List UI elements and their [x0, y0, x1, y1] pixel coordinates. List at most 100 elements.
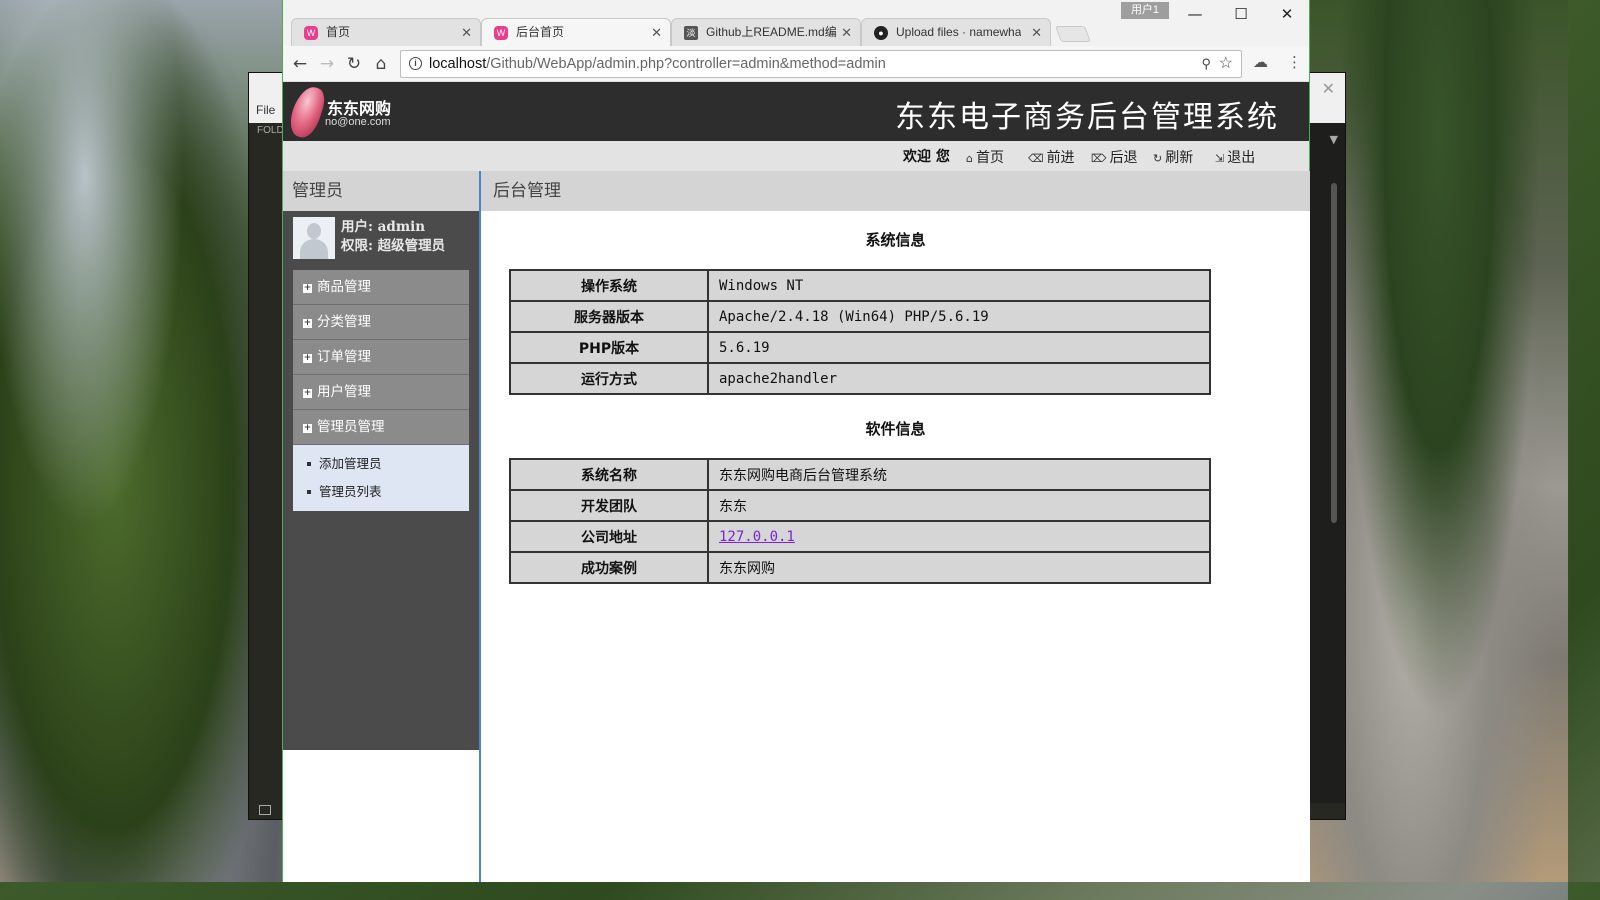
desktop-wallpaper-right [1310, 0, 1568, 882]
back-arrow-icon[interactable]: ← [289, 53, 311, 75]
logout-link[interactable]: ⇲ 退出 [1215, 147, 1255, 167]
table-key: 运行方式 [509, 362, 709, 395]
admin-submenu: 添加管理员 管理员列表 [293, 445, 469, 511]
editor-scrollbar[interactable] [1331, 183, 1337, 523]
table-row: 成功案例 东东网购 [509, 551, 1211, 584]
close-icon[interactable]: ✕ [1031, 19, 1042, 46]
back-icon: ⌦ [1091, 152, 1107, 165]
table-key: PHP版本 [509, 331, 709, 364]
tab-label: Github上README.md编 [706, 25, 837, 39]
close-window-icon[interactable]: ✕ [1267, 4, 1307, 24]
refresh-link[interactable]: ↻ 刷新 [1153, 147, 1193, 167]
table-value: 东东网购 [707, 551, 1211, 584]
tab-label: 首页 [326, 25, 351, 39]
sidebar-item-label: 订单管理 [317, 349, 371, 365]
info-icon[interactable]: i [409, 57, 422, 70]
sidebar: 管理员 用户: admin 权限: 超级管理员 + 商品管理 + 分类管理 + 订单管… [283, 171, 479, 750]
browser-toolbar: ← → ↻ ⌂ i localhost/Github/WebApp/admin.… [283, 46, 1309, 82]
w-icon: W [494, 26, 508, 40]
back-link-label: 后退 [1109, 150, 1138, 166]
table-row: 公司地址 127.0.0.1 [509, 520, 1211, 553]
chevron-down-icon[interactable]: ▼ [1330, 133, 1338, 146]
table-value: Windows NT [707, 269, 1211, 302]
system-info-table: 操作系统 Windows NT 服务器版本 Apache/2.4.18 (Win64… [509, 269, 1211, 395]
user-info-box: 用户: admin 权限: 超级管理员 [283, 211, 479, 270]
table-value: apache2handler [707, 362, 1211, 395]
table-key: 系统名称 [509, 458, 709, 491]
desktop-wallpaper-left [0, 0, 283, 882]
home-link[interactable]: ⌂ 首页 [966, 147, 1004, 167]
table-row: 运行方式 apache2handler [509, 362, 1211, 395]
page-title: 后台管理 [481, 171, 1310, 211]
close-icon[interactable]: ✕ [651, 19, 662, 46]
sidebar-item-products[interactable]: + 商品管理 [293, 270, 469, 305]
editor-minimap: ▼ [1309, 123, 1345, 803]
forward-link-label: 前进 [1046, 150, 1075, 166]
panel-toggle-icon[interactable] [259, 805, 271, 815]
profile-badge[interactable]: 用户1 [1121, 2, 1169, 19]
logout-icon: ⇲ [1215, 152, 1225, 165]
address-bar[interactable]: i localhost/Github/WebApp/admin.php?cont… [400, 50, 1242, 78]
maximize-icon[interactable]: ☐ [1221, 4, 1261, 24]
user-details: 用户: admin 权限: 超级管理员 [341, 218, 445, 256]
minimize-icon[interactable]: — [1175, 4, 1215, 24]
expand-icon: + [303, 318, 312, 328]
table-value: 东东 [707, 489, 1211, 522]
welcome-text: 欢迎 您 [903, 149, 950, 165]
table-row: 系统名称 东东网购电商后台管理系统 [509, 458, 1211, 491]
main-content: 后台管理 系统信息 操作系统 Windows NT 服务器版本 Apache/2.4… [479, 171, 1310, 882]
table-value: 5.6.19 [707, 331, 1211, 364]
table-value-cell: 127.0.0.1 [707, 520, 1211, 553]
close-icon[interactable]: ✕ [461, 19, 472, 46]
menu-dots-icon[interactable]: ⋮ [1287, 53, 1302, 71]
subitem-add-admin[interactable]: 添加管理员 [293, 450, 469, 478]
new-tab-button[interactable] [1055, 26, 1091, 42]
sidebar-item-label: 管理员管理 [317, 419, 385, 435]
sidebar-item-admins[interactable]: + 管理员管理 [293, 410, 469, 445]
tab-home[interactable]: W 首页 ✕ [291, 18, 481, 46]
table-key: 公司地址 [509, 520, 709, 553]
table-value: 东东网购电商后台管理系统 [707, 458, 1211, 491]
tab-label: 后台首页 [516, 25, 565, 39]
sidebar-item-label: 商品管理 [317, 279, 371, 295]
role-line: 权限: 超级管理员 [341, 238, 446, 254]
url-host: localhost [429, 56, 487, 72]
subitem-admin-list[interactable]: 管理员列表 [293, 478, 469, 506]
sidebar-item-label: 分类管理 [317, 314, 371, 330]
forward-icon: ⌫ [1028, 152, 1044, 165]
table-key: 成功案例 [509, 551, 709, 584]
extension-icon[interactable]: ☁ [1253, 53, 1268, 71]
key-icon[interactable]: ⚲ [1201, 51, 1211, 77]
expand-icon: + [303, 388, 312, 398]
table-row: 开发团队 东东 [509, 489, 1211, 522]
forward-link[interactable]: ⌫ 前进 [1028, 147, 1075, 167]
expand-icon: + [303, 283, 312, 293]
home-icon[interactable]: ⌂ [370, 53, 392, 75]
sidebar-item-label: 用户管理 [317, 384, 371, 400]
action-bar: 欢迎 您 ⌂ 首页 ⌫ 前进 ⌦ 后退 ↻ 刷新 ⇲ 退出 [283, 141, 1309, 171]
tab-upload-files[interactable]: ● Upload files · namewha ✕ [861, 18, 1051, 46]
tab-github-readme[interactable]: 淡 Github上README.md编 ✕ [671, 18, 861, 46]
expand-icon: + [303, 423, 312, 433]
w-icon: W [304, 26, 318, 40]
admin-header: 东东网购 no@one.com 东东电子商务后台管理系统 [283, 82, 1309, 142]
close-icon[interactable]: ✕ [1322, 79, 1335, 98]
close-icon[interactable]: ✕ [841, 19, 852, 46]
github-icon: ● [874, 26, 888, 40]
star-icon[interactable]: ☆ [1219, 51, 1233, 77]
table-key: 开发团队 [509, 489, 709, 522]
company-address-link[interactable]: 127.0.0.1 [719, 529, 795, 545]
back-link[interactable]: ⌦ 后退 [1091, 147, 1138, 167]
sidebar-item-categories[interactable]: + 分类管理 [293, 305, 469, 340]
forward-arrow-icon[interactable]: → [316, 53, 338, 75]
refresh-link-label: 刷新 [1165, 150, 1194, 166]
reload-icon[interactable]: ↻ [343, 53, 365, 75]
tab-admin-home[interactable]: W 后台首页 ✕ [481, 18, 671, 46]
sidebar-item-orders[interactable]: + 订单管理 [293, 340, 469, 375]
system-title: 东东电子商务后台管理系统 [895, 100, 1279, 135]
table-row: 服务器版本 Apache/2.4.18 (Win64) PHP/5.6.19 [509, 300, 1211, 333]
software-info-heading: 软件信息 [865, 420, 926, 438]
logo-email: no@one.com [325, 116, 391, 128]
sidebar-item-users[interactable]: + 用户管理 [293, 375, 469, 410]
browser-titlebar: W 首页 ✕ W 后台首页 ✕ 淡 Github上README.md编 ✕ ● … [283, 0, 1309, 46]
